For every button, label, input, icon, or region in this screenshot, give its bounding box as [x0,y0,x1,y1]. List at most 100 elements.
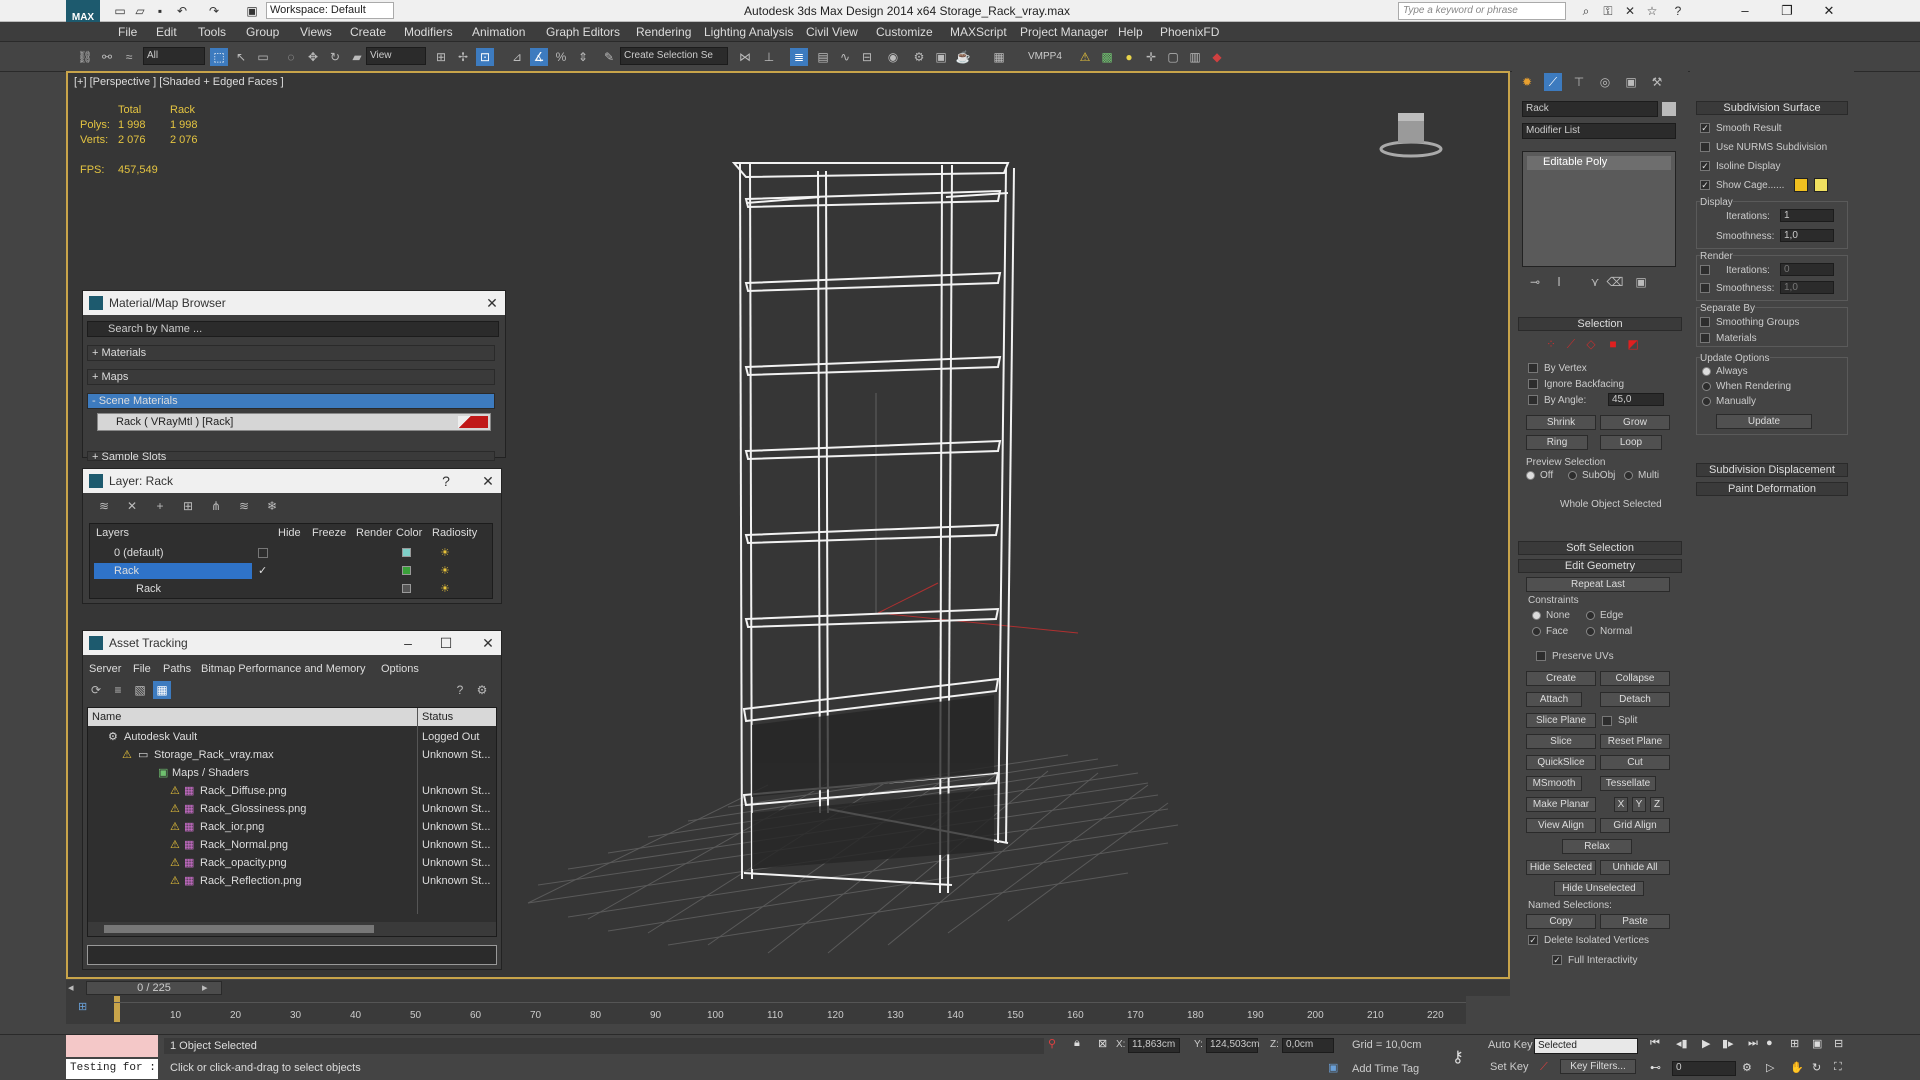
render-iterations-spinner[interactable]: 0 [1780,263,1834,276]
slice-plane-button[interactable]: Slice Plane [1526,713,1596,728]
display-tab-icon[interactable]: ▣ [1622,73,1640,91]
orbit-icon[interactable]: ↻ [1812,1061,1821,1074]
menu-edit[interactable]: Edit [156,25,177,39]
create-tab-icon[interactable]: ✹ [1518,73,1536,91]
select-by-name-icon[interactable]: ↖ [232,48,250,66]
prev-frame-icon[interactable]: ◂ [68,981,74,994]
element-icon[interactable]: ◩ [1624,335,1642,353]
asset-menu-options[interactable]: Options [381,663,419,675]
select-move-icon[interactable]: ✥ [304,48,322,66]
layer-close-icon[interactable]: ✕ [479,471,497,491]
menu-lighting-analysis[interactable]: Lighting Analysis [704,25,793,39]
asset-settings-icon[interactable]: ⚙ [473,681,491,699]
time-tag-icon[interactable]: ▣ [1328,1061,1338,1074]
preview-off-radio[interactable] [1526,471,1535,480]
col-layers[interactable]: Layers [96,527,129,539]
preserve-uvs-checkbox[interactable] [1536,651,1546,661]
snaps-toggle-icon[interactable]: ⊿ [508,48,526,66]
undo-icon[interactable]: ↶ [174,3,190,19]
delete-layer-icon[interactable]: ✕ [123,497,141,515]
asset-row[interactable]: ⚠ ▦ Rack_Glossiness.png Unknown St... [88,800,496,818]
pin-stack-icon[interactable]: ⊸ [1526,273,1544,291]
layer-color-swatch[interactable] [402,548,411,557]
update-button[interactable]: Update [1716,414,1812,429]
radiosity-icon[interactable]: ☀ [440,562,450,580]
menu-phoenixfd[interactable]: PhoenixFD [1160,25,1219,39]
subdivision-displacement-rollout[interactable]: Subdivision Displacement [1696,463,1848,477]
maxscript-listener-pink[interactable] [66,1035,158,1057]
modify-tab-icon[interactable]: ⟋ [1544,73,1562,91]
layer-help-button[interactable]: ? [437,471,455,491]
menu-animation[interactable]: Animation [472,25,525,39]
thumbnail-view-icon[interactable]: ▧ [131,681,149,699]
vray-frame-buffer-icon[interactable]: ▦ [990,48,1008,66]
asset-row[interactable]: ⚠ ▦ Rack_Normal.png Unknown St... [88,836,496,854]
configure-sets-icon[interactable]: ▣ [1632,273,1650,291]
scene-material-item[interactable]: Rack ( VRayMtl ) [Rack] [97,413,491,431]
graphite-ribbon-icon[interactable]: ▤ [814,48,832,66]
horizontal-scrollbar[interactable] [88,922,496,936]
make-planar-button[interactable]: Make Planar [1526,797,1596,812]
named-selection-dropdown[interactable]: Create Selection Se [620,47,728,65]
refresh-icon[interactable]: ⟳ [87,681,105,699]
help-icon[interactable]: ? [1670,3,1686,19]
hide-unselected-button[interactable]: Hide Unselected [1554,881,1644,896]
tools-icon[interactable]: ✕ [1622,3,1638,19]
rendered-frame-icon[interactable]: ▣ [932,48,950,66]
constraint-face-radio[interactable] [1532,627,1541,636]
asset-menu-paths[interactable]: Paths [163,663,191,675]
workspace-dropdown[interactable]: Workspace: Default [266,2,394,19]
radiosity-icon[interactable]: ☀ [440,580,450,598]
play-icon[interactable]: ▶ [1702,1037,1710,1050]
transform-icon[interactable]: ✛ [1142,48,1160,66]
unlink-icon[interactable]: ⚯ [98,48,116,66]
quickslice-button[interactable]: QuickSlice [1526,755,1596,770]
rollout-sample-slots[interactable]: + Sample Slots [87,451,495,461]
selection-rollout[interactable]: Selection [1518,317,1682,331]
create-layer-icon[interactable]: ≋ [95,497,113,515]
bind-spacewarp-icon[interactable]: ≈ [120,48,138,66]
loop-button[interactable]: Loop [1600,435,1662,450]
utilities-tab-icon[interactable]: ⚒ [1648,73,1666,91]
col-freeze[interactable]: Freeze [312,527,346,539]
asset-row[interactable]: ⚠ ▦ Rack_Reflection.png Unknown St... [88,872,496,890]
paint-deformation-rollout[interactable]: Paint Deformation [1696,482,1848,496]
show-cage-checkbox[interactable]: ✓ [1700,180,1710,190]
time-config-icon[interactable]: ⚙ [1742,1061,1752,1074]
object-name-input[interactable]: Rack [1522,101,1658,117]
asset-row[interactable]: ⚠ ▦ Rack_opacity.png Unknown St... [88,854,496,872]
freeze-all-layers-icon[interactable]: ❄ [263,497,281,515]
angle-snap-icon[interactable]: ∡ [530,48,548,66]
material-search-input[interactable]: Search by Name ... [87,321,499,337]
menu-rendering[interactable]: Rendering [636,25,691,39]
zoom-extents-icon[interactable]: ▣ [1812,1037,1822,1050]
menu-tools[interactable]: Tools [198,25,226,39]
planar-z-button[interactable]: Z [1650,797,1664,812]
copy-button[interactable]: Copy [1526,914,1596,929]
display-iterations-spinner[interactable]: 1 [1780,209,1834,222]
object-color-swatch[interactable] [1662,102,1676,116]
previous-key-icon[interactable]: ◂▮ [1676,1037,1688,1050]
set-key-button[interactable]: Set Key [1490,1061,1529,1073]
key-selected-dropdown[interactable]: Selected [1534,1038,1638,1054]
go-to-start-icon[interactable]: ⏮︎ [1650,1037,1660,1050]
zoom-extents-all-icon[interactable]: ⊟ [1834,1037,1843,1050]
list-view-icon[interactable]: ≡ [109,681,127,699]
maximize-viewport-icon[interactable]: ⛶ [1834,1061,1842,1074]
add-to-layer-icon[interactable]: + [151,497,169,515]
asset-menu-file[interactable]: File [133,663,151,675]
render-production-icon[interactable]: ☕ [954,48,972,66]
edge-icon[interactable]: ⟋ [1562,335,1580,353]
layer-row[interactable]: Rack ☀ [90,580,492,598]
menu-civil-view[interactable]: Civil View [806,25,858,39]
planar-y-button[interactable]: Y [1632,797,1646,812]
col-status[interactable]: Status [422,711,453,723]
active-layer-check-icon[interactable]: ✓ [258,562,267,580]
binoculars-icon[interactable]: ⌕ [1578,3,1594,19]
menu-file[interactable]: File [118,25,137,39]
asset-close-icon[interactable]: ✕ [479,633,497,653]
select-object-icon[interactable]: ⬚ [210,48,228,66]
menu-group[interactable]: Group [246,25,279,39]
grow-button[interactable]: Grow [1600,415,1670,430]
link-icon[interactable]: ⛓ [76,48,94,66]
